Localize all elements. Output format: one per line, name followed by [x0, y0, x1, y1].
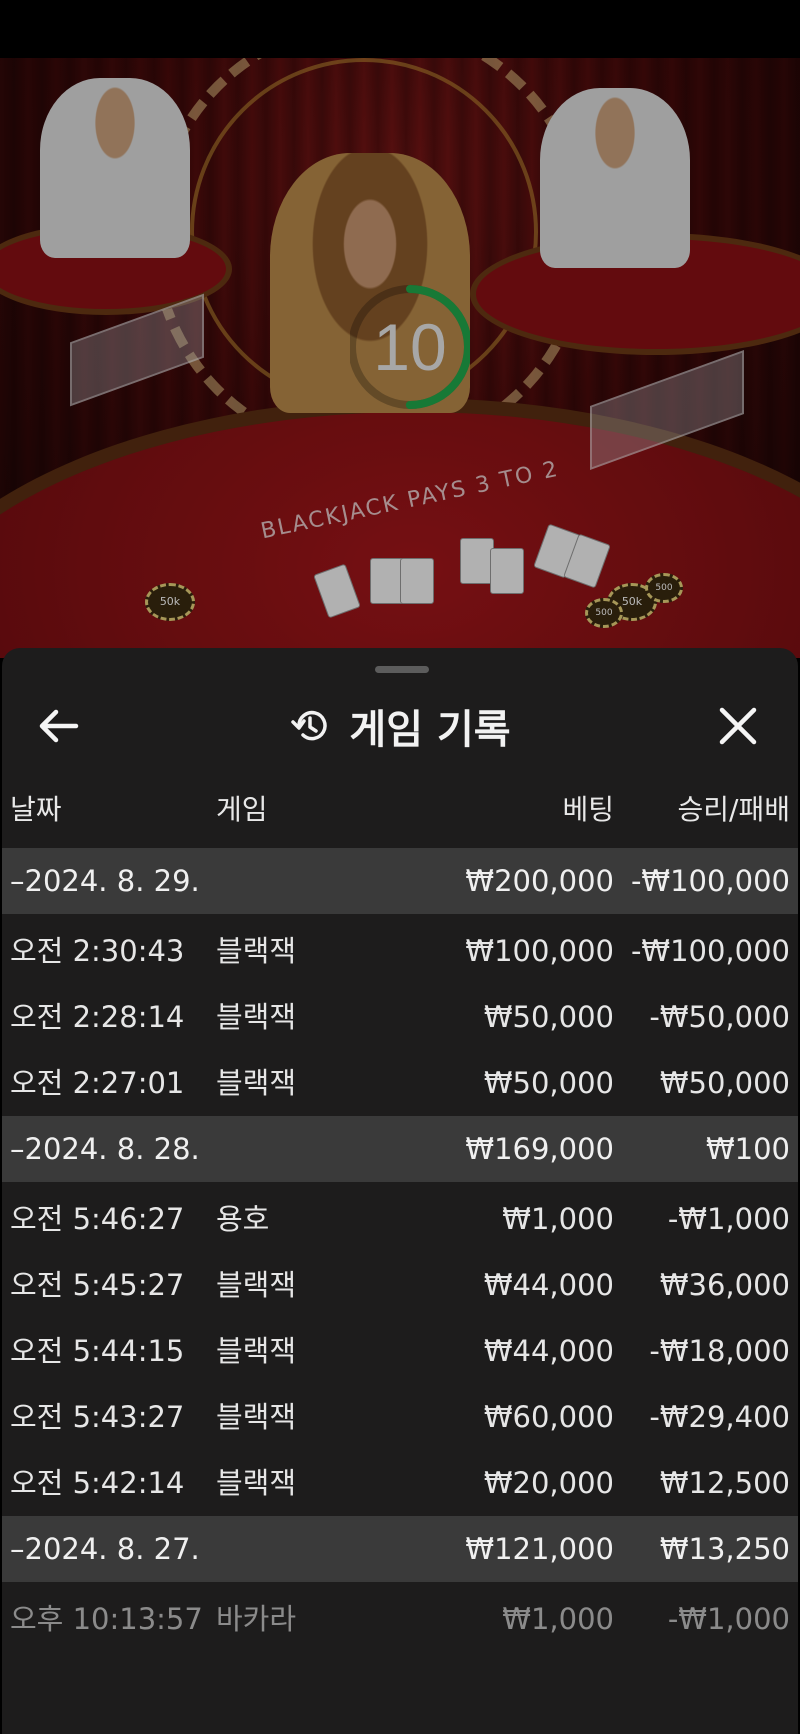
group-bet-total: ₩200,000: [465, 864, 614, 898]
row-win-loss: -₩1,000: [667, 1202, 790, 1236]
row-win-loss: ₩36,000: [659, 1268, 790, 1302]
history-row[interactable]: 오전 2:27:01 블랙잭 ₩50,000 ₩50,000: [2, 1050, 798, 1116]
drag-handle[interactable]: [375, 666, 429, 673]
date-group-header[interactable]: –2024. 8. 27. ₩121,000 ₩13,250: [2, 1516, 798, 1582]
row-bet: ₩100,000: [465, 934, 614, 968]
history-row[interactable]: 오전 5:45:27 블랙잭 ₩44,000 ₩36,000: [2, 1252, 798, 1318]
col-bet: 베팅: [562, 793, 614, 826]
row-bet: ₩44,000: [483, 1334, 614, 1368]
row-game: 블랙잭: [216, 1400, 297, 1434]
row-time: 오후 10:13:57: [10, 1602, 203, 1636]
title-wrap: 게임 기록: [2, 688, 798, 764]
row-time: 오전 5:44:15: [10, 1334, 185, 1368]
row-time: 오전 2:30:43: [10, 934, 185, 968]
row-time: 오전 2:27:01: [10, 1066, 185, 1100]
group-date: –2024. 8. 28.: [10, 1132, 200, 1166]
row-bet: ₩1,000: [502, 1202, 614, 1236]
row-game: 블랙잭: [216, 1000, 297, 1034]
col-game: 게임: [216, 793, 268, 826]
row-game: 블랙잭: [216, 1066, 297, 1100]
row-win-loss: ₩12,500: [659, 1466, 790, 1500]
history-row[interactable]: 오후 10:13:57 바카라 ₩1,000 -₩1,000: [2, 1586, 798, 1652]
row-win-loss: -₩29,400: [649, 1400, 790, 1434]
group-win-loss-total: -₩100,000: [630, 864, 790, 898]
row-win-loss: -₩50,000: [649, 1000, 790, 1034]
title-group: 게임 기록: [289, 688, 511, 764]
sheet-header: 게임 기록: [2, 688, 798, 764]
row-bet: ₩20,000: [483, 1466, 614, 1500]
col-date: 날짜: [10, 793, 62, 826]
row-time: 오전 5:43:27: [10, 1400, 185, 1434]
history-row[interactable]: 오전 5:46:27 용호 ₩1,000 -₩1,000: [2, 1186, 798, 1252]
column-headers: 날짜 게임 베팅 승리/패배: [2, 788, 798, 838]
row-game: 용호: [216, 1202, 270, 1236]
row-game: 블랙잭: [216, 1466, 297, 1500]
arrow-left-icon: [39, 709, 79, 743]
row-win-loss: -₩18,000: [649, 1334, 790, 1368]
history-list: –2024. 8. 29. ₩200,000 -₩100,000 오전 2:30…: [2, 848, 798, 1652]
row-bet: ₩50,000: [483, 1000, 614, 1034]
history-icon: [291, 710, 328, 741]
row-bet: ₩1,000: [502, 1602, 614, 1636]
date-group-header[interactable]: –2024. 8. 28. ₩169,000 ₩100: [2, 1116, 798, 1182]
close-button[interactable]: [708, 698, 768, 754]
row-time: 오전 5:45:27: [10, 1268, 185, 1302]
history-row[interactable]: 오전 2:30:43 블랙잭 ₩100,000 -₩100,000: [2, 918, 798, 984]
row-win-loss: ₩50,000: [659, 1066, 790, 1100]
row-win-loss: -₩1,000: [667, 1602, 790, 1636]
close-icon: [719, 707, 757, 745]
col-win-loss: 승리/패배: [677, 793, 790, 826]
row-bet: ₩44,000: [483, 1268, 614, 1302]
row-win-loss: -₩100,000: [630, 934, 790, 968]
group-date: –2024. 8. 29.: [10, 864, 200, 898]
game-history-sheet: 게임 기록 날짜 게임 베팅 승리/패배 –2024. 8. 29. ₩200,…: [2, 648, 798, 1734]
row-time: 오전 5:42:14: [10, 1466, 185, 1500]
row-game: 바카라: [216, 1602, 297, 1636]
row-game: 블랙잭: [216, 934, 297, 968]
group-bet-total: ₩121,000: [465, 1532, 614, 1566]
history-row[interactable]: 오전 5:43:27 블랙잭 ₩60,000 -₩29,400: [2, 1384, 798, 1450]
group-win-loss-total: ₩100: [705, 1132, 790, 1166]
history-row[interactable]: 오전 5:44:15 블랙잭 ₩44,000 -₩18,000: [2, 1318, 798, 1384]
history-row[interactable]: 오전 2:28:14 블랙잭 ₩50,000 -₩50,000: [2, 984, 798, 1050]
row-game: 블랙잭: [216, 1268, 297, 1302]
row-time: 오전 2:28:14: [10, 1000, 185, 1034]
row-game: 블랙잭: [216, 1334, 297, 1368]
history-row[interactable]: 오전 5:42:14 블랙잭 ₩20,000 ₩12,500: [2, 1450, 798, 1516]
row-time: 오전 5:46:27: [10, 1202, 185, 1236]
screen: BLACKJACK PAYS 3 TO 2 50k 50k 500 500 10: [0, 0, 800, 1734]
sheet-title: 게임 기록: [349, 707, 511, 753]
date-group-header[interactable]: –2024. 8. 29. ₩200,000 -₩100,000: [2, 848, 798, 914]
back-button[interactable]: [32, 702, 92, 750]
row-bet: ₩50,000: [483, 1066, 614, 1100]
group-bet-total: ₩169,000: [465, 1132, 614, 1166]
group-date: –2024. 8. 27.: [10, 1532, 200, 1566]
group-win-loss-total: ₩13,250: [659, 1532, 790, 1566]
row-bet: ₩60,000: [483, 1400, 614, 1434]
